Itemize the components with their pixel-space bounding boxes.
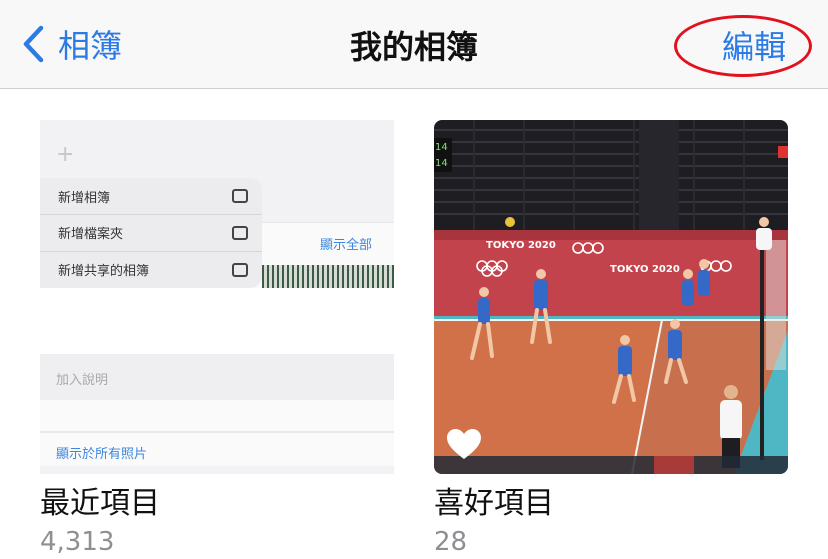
page-title: 我的相簿 (349, 28, 478, 66)
menu-item-label: 新增相簿 (58, 190, 111, 206)
menu-item-label: 新增檔案夾 (58, 227, 124, 242)
album-title: 喜好項目 (434, 486, 554, 521)
divider (40, 431, 394, 433)
album-title: 最近項目 (40, 486, 160, 521)
photo-strip-image (262, 265, 394, 288)
context-menu-image: 新增相簿 新增檔案夾 新增共享的相簿 (40, 178, 262, 288)
album-count: 28 (434, 527, 468, 557)
menu-item: 新增相簿 (40, 178, 262, 214)
menu-item: 新增檔案夾 (40, 214, 262, 250)
album-count: 4,313 (40, 527, 115, 557)
venue-text: TOKYO 2020 (610, 264, 680, 275)
album-thumbnail: + 顯示全部 新增相簿 新增檔案夾 新增共享的相簿 加入說明 顯示於所有照片 (40, 120, 394, 474)
album-recents[interactable]: + 顯示全部 新增相簿 新增檔案夾 新增共享的相簿 加入說明 顯示於所有照片 最… (40, 120, 394, 558)
album-thumbnail: 14 14 TOKYO 2020 TOKYO 2020 (434, 120, 788, 474)
album-stack-icon (232, 189, 248, 203)
menu-item: 新增共享的相簿 (40, 251, 262, 287)
score-digit: 14 (435, 158, 448, 169)
back-button-label: 相簿 (58, 27, 123, 65)
venue-text: TOKYO 2020 (486, 240, 556, 251)
plus-icon: + (56, 142, 75, 167)
menu-item-label: 新增共享的相簿 (58, 264, 150, 279)
navigation-bar: 相簿 我的相簿 編輯 (0, 0, 828, 89)
score-digit: 14 (435, 142, 448, 153)
thumbnail-footer-area (40, 466, 394, 474)
heart-icon (446, 428, 482, 460)
show-in-all-photos-text: 顯示於所有照片 (56, 447, 148, 462)
chevron-left-icon (22, 25, 44, 63)
folder-plus-icon (232, 225, 248, 240)
album-favorites[interactable]: 14 14 TOKYO 2020 TOKYO 2020 喜好項目 28 (434, 120, 788, 558)
show-all-text: 顯示全部 (320, 238, 373, 253)
back-button[interactable]: 相簿 (22, 22, 122, 66)
blank-area (40, 288, 394, 354)
edit-button[interactable]: 編輯 (722, 22, 786, 68)
volleyball-photo: 14 14 TOKYO 2020 TOKYO 2020 (434, 120, 788, 474)
shared-album-icon (232, 262, 248, 277)
caption-field-image: 加入說明 (40, 354, 394, 400)
